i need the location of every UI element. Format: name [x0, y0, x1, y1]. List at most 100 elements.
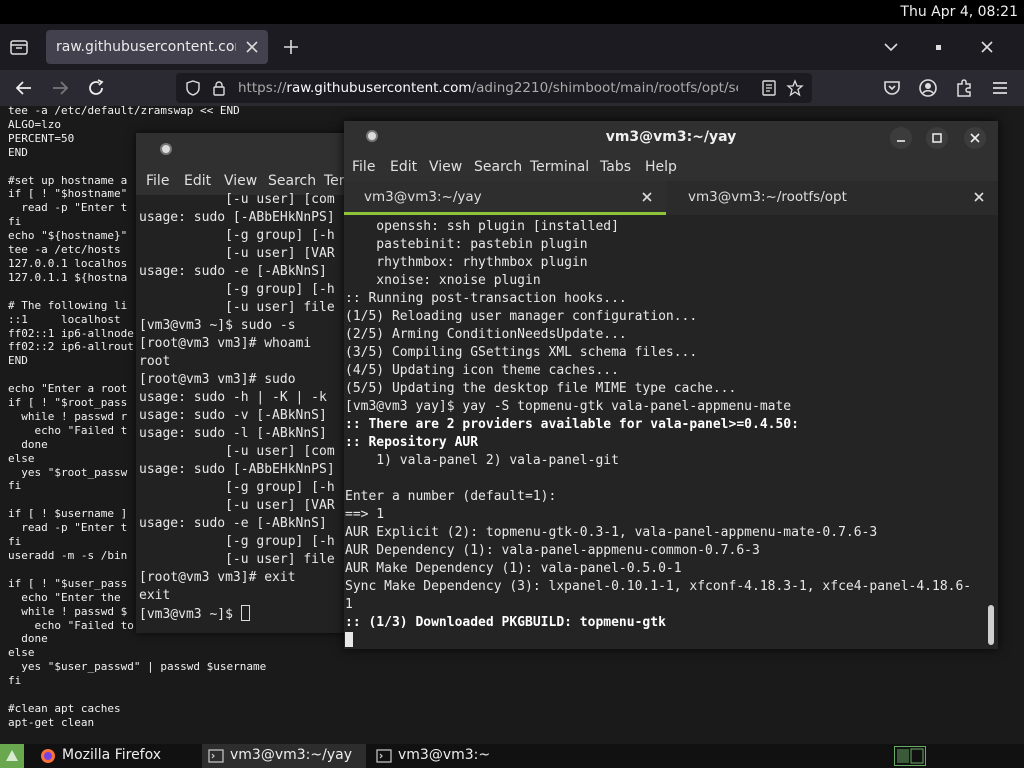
browser-window-controls	[844, 24, 1024, 70]
start-menu-button[interactable]	[0, 744, 24, 768]
terminal-window-front[interactable]: vm3@vm3:~/yay File Edit View Search Term…	[344, 121, 998, 649]
url-text[interactable]: https://raw.githubusercontent.com/ading2…	[238, 80, 738, 96]
terminal-line: (3/5) Compiling GSettings XML schema fil…	[345, 345, 698, 360]
taskbar-item-firefox[interactable]: Mozilla Firefox	[34, 744, 198, 768]
menu-edit[interactable]: Edit	[390, 159, 417, 175]
terminal-line: rhythmbox: rhythmbox plugin	[345, 255, 588, 270]
terminal-line: (4/5) Updating icon theme caches...	[345, 363, 619, 378]
terminal-front-output[interactable]: openssh: ssh plugin [installed] pastebin…	[345, 218, 985, 649]
terminal-line: [root@vm3 vm3]# exit	[139, 570, 296, 585]
minimize-icon[interactable]	[928, 36, 950, 58]
close-window-icon[interactable]	[976, 36, 998, 58]
terminal-line: usage: sudo -v [-ABkNnS]	[139, 408, 335, 423]
terminal-line: [-u user] file	[139, 300, 335, 315]
bookmark-star-icon[interactable]	[786, 79, 804, 101]
minimize-button[interactable]	[890, 127, 912, 149]
terminal-line: [-u user] [com	[139, 444, 335, 459]
terminal-back-output[interactable]: [-u user] [com usage: sudo [-ABbEHkNnPS] …	[139, 191, 335, 624]
url-bar[interactable]: https://raw.githubusercontent.com/ading2…	[176, 73, 812, 103]
lock-icon[interactable]	[210, 79, 228, 101]
terminal-line: usage: sudo -h | -K | -k	[139, 390, 335, 405]
terminal-line: usage: sudo [-ABbEHkNnPS]	[139, 210, 335, 225]
maximize-button[interactable]	[926, 127, 948, 149]
close-tab-icon[interactable]	[972, 190, 986, 204]
menu-edit[interactable]: Edit	[184, 173, 211, 189]
terminal-line: [-u user] file	[139, 552, 335, 567]
terminal-line: [vm3@vm3 ~]$ sudo -s	[139, 318, 296, 333]
browser-tab-bar: raw.githubusercontent.com/adi	[0, 24, 1024, 70]
terminal-line: [-g group] [-h	[139, 534, 335, 549]
terminal-tab-yay[interactable]: vm3@vm3:~/yay	[344, 181, 666, 215]
close-tab-icon[interactable]	[242, 37, 262, 57]
system-top-bar: Thu Apr 4, 08:21	[0, 0, 1024, 24]
terminal-line: xnoise: xnoise plugin	[345, 273, 541, 288]
pocket-icon[interactable]	[880, 76, 904, 100]
terminal-line: :: There are 2 providers available for v…	[345, 417, 799, 432]
menu-file[interactable]: File	[146, 173, 169, 189]
terminal-line: root	[139, 354, 171, 369]
menu-search[interactable]: Search	[268, 173, 316, 189]
terminal-front-titlebar[interactable]: vm3@vm3:~/yay	[344, 121, 998, 153]
terminal-cursor-line	[345, 632, 985, 649]
terminal-scrollbar[interactable]	[988, 605, 994, 645]
taskbar-item-label: vm3@vm3:~/yay	[230, 747, 352, 763]
terminal-window-back[interactable]: File Edit View Search Ter [-u user] [com…	[136, 133, 366, 633]
tab-list-icon[interactable]	[8, 36, 30, 58]
terminal-line: [vm3@vm3 yay]$ yay -S topmenu-gtk vala-p…	[345, 399, 792, 414]
terminal-icon	[208, 748, 224, 764]
menu-terminal[interactable]: Ter	[324, 173, 345, 189]
shield-icon[interactable]	[184, 79, 202, 101]
terminal-front-menubar: File Edit View Search Terminal Tabs Help	[344, 153, 998, 181]
terminal-line: [root@vm3 vm3]# whoami	[139, 336, 312, 351]
menu-file[interactable]: File	[352, 159, 375, 175]
terminal-line: AUR Dependency (1): vala-panel-appmenu-c…	[345, 543, 760, 558]
taskbar-item-terminal-yay[interactable]: vm3@vm3:~/yay	[202, 744, 366, 768]
text-cursor	[240, 605, 250, 621]
forward-arrow-icon[interactable]	[48, 76, 72, 100]
extensions-icon[interactable]	[952, 76, 976, 100]
browser-nav-bar: https://raw.githubusercontent.com/ading2…	[0, 70, 1024, 106]
terminal-tab-rootfs-opt[interactable]: vm3@vm3:~/rootfs/opt	[668, 181, 998, 215]
close-tab-icon[interactable]	[640, 190, 654, 204]
menu-help[interactable]: Help	[645, 159, 677, 175]
tab-overflow-chevron-icon[interactable]	[880, 36, 902, 58]
menu-terminal[interactable]: Terminal	[530, 159, 589, 175]
new-tab-icon[interactable]	[280, 36, 302, 58]
terminal-line: [root@vm3 vm3]# sudo	[139, 372, 296, 387]
terminal-line: exit	[139, 588, 171, 603]
taskbar-item-terminal-home[interactable]: vm3@vm3:~	[370, 744, 534, 768]
account-icon[interactable]	[916, 76, 940, 100]
menu-search[interactable]: Search	[474, 159, 522, 175]
browser-tab-active[interactable]: raw.githubusercontent.com/adi	[46, 30, 268, 64]
reader-view-icon[interactable]	[760, 79, 778, 101]
terminal-line: (2/5) Arming ConditionNeedsUpdate...	[345, 327, 627, 342]
back-arrow-icon[interactable]	[12, 76, 36, 100]
terminal-line: [-g group] [-h	[139, 228, 335, 243]
taskbar-item-label: vm3@vm3:~	[398, 747, 491, 763]
terminal-back-titlebar[interactable]	[136, 133, 366, 167]
workspace-pager[interactable]	[894, 746, 926, 766]
terminal-line: [vm3@vm3 ~]$	[139, 605, 335, 624]
terminal-line: usage: sudo -e [-ABkNnS]	[139, 516, 335, 531]
menu-view[interactable]: View	[224, 173, 257, 189]
terminal-line: [-u user] [com	[139, 192, 335, 207]
terminal-line: AUR Make Dependency (1): vala-panel-0.5.…	[345, 561, 682, 576]
close-button[interactable]	[964, 127, 986, 149]
terminal-line: [-g group] [-h	[139, 480, 335, 495]
menu-view[interactable]: View	[429, 159, 462, 175]
browser-tab-title: raw.githubusercontent.com/adi	[56, 39, 236, 55]
terminal-line: Enter a number (default=1):	[345, 489, 557, 504]
terminal-line: [-g group] [-h	[139, 282, 335, 297]
terminal-line: :: Repository AUR	[345, 435, 479, 450]
hamburger-menu-icon[interactable]	[988, 76, 1012, 100]
terminal-tab-label: vm3@vm3:~/rootfs/opt	[688, 189, 847, 205]
terminal-line: openssh: ssh plugin [installed]	[345, 219, 619, 234]
taskbar: Mozilla Firefox vm3@vm3:~/yay vm3@vm3:~	[0, 744, 1024, 768]
terminal-tab-label: vm3@vm3:~/yay	[364, 189, 482, 205]
terminal-line: 1	[345, 597, 353, 612]
terminal-line: 1) vala-panel 2) vala-panel-git	[345, 453, 619, 468]
reload-icon[interactable]	[84, 76, 108, 100]
clock[interactable]: Thu Apr 4, 08:21	[900, 4, 1018, 20]
menu-tabs[interactable]: Tabs	[600, 159, 631, 175]
